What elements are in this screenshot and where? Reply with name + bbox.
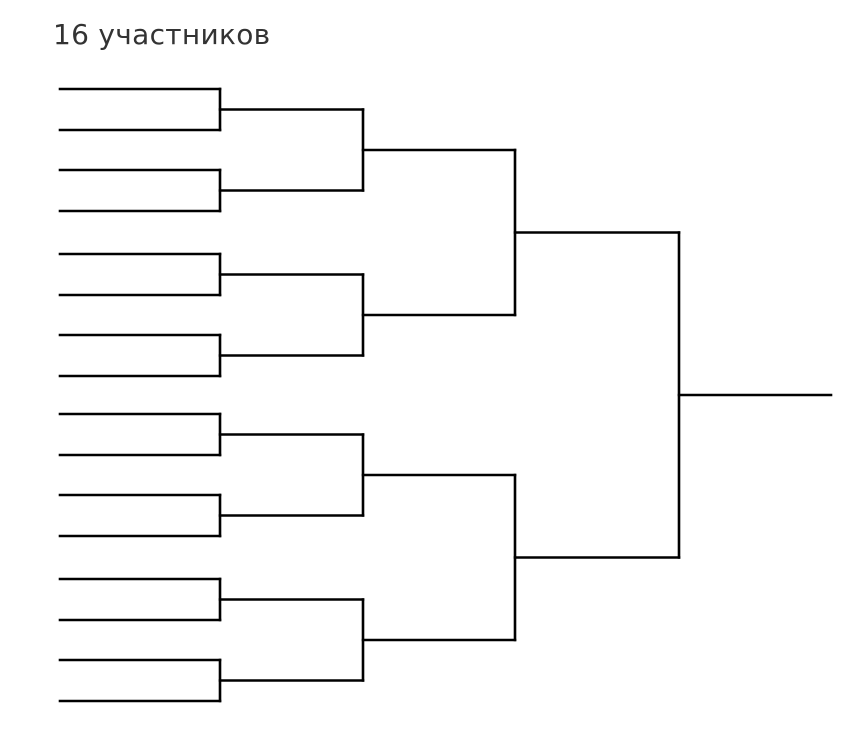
tournament-bracket [58, 87, 833, 703]
